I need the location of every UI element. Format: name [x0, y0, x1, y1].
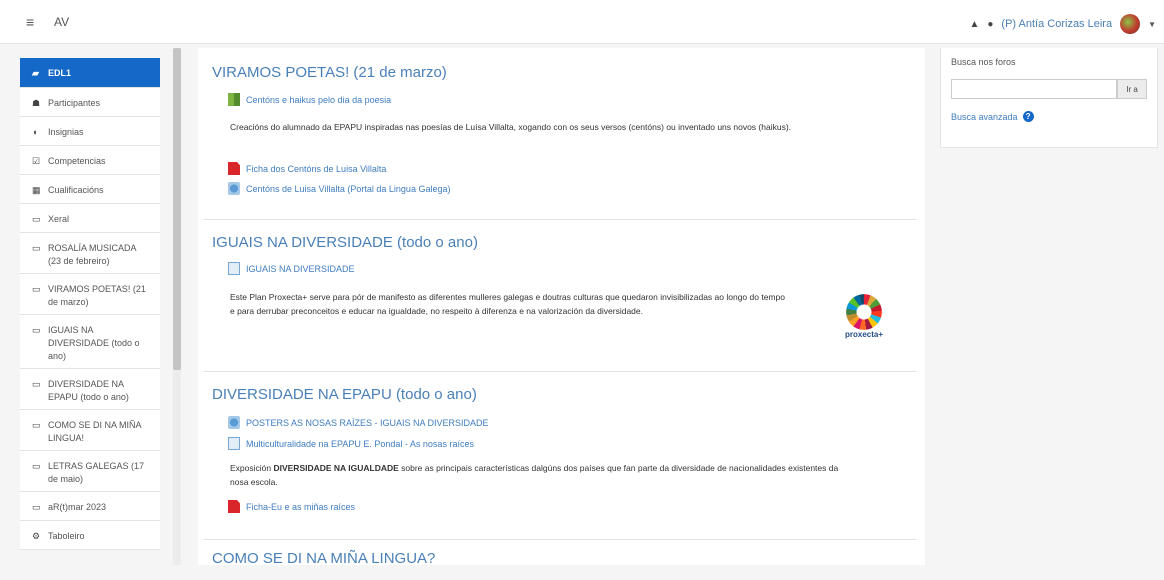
url-icon — [228, 416, 240, 429]
pdf-icon — [228, 162, 240, 175]
checklist-icon: ☑ — [32, 156, 41, 166]
sdg-wheel-icon — [846, 294, 882, 330]
section-title[interactable]: DIVERSIDADE NA EPAPU (todo o ano) — [212, 386, 477, 403]
drawer-item-course[interactable]: ▰ EDL1 — [20, 58, 160, 88]
section-como-se-di: COMO SE DI NA MIÑA LINGUA? — [204, 540, 916, 580]
site-name[interactable]: AV — [54, 15, 69, 29]
drawer-item-grades[interactable]: ▦ Cualificacións — [20, 175, 160, 204]
drawer-item-section-viramos[interactable]: ▭ VIRAMOS POETAS! (21 de marzo) — [20, 274, 160, 315]
course-content: VIRAMOS POETAS! (21 de marzo) Centóns e … — [198, 48, 925, 567]
top-navbar: ≡ AV ▲ ● (P) Antía Corizas Leira ▼ — [0, 0, 1164, 44]
table-icon: ▦ — [32, 185, 41, 195]
drawer-item-section-diversidade[interactable]: ▭ DIVERSIDADE NA EPAPU (todo o ano) — [20, 369, 160, 410]
activity-page[interactable]: IGUAIS NA DIVERSIDADE — [228, 262, 355, 275]
folder-icon: ▭ — [32, 502, 41, 512]
activity-url[interactable]: Centóns de Luisa Villalta (Portal da Lin… — [228, 182, 450, 195]
chat-icon[interactable]: ● — [987, 19, 993, 30]
folder-icon: ▭ — [32, 214, 41, 224]
activity-pdf[interactable]: Ficha-Eu e as miñas raíces — [228, 500, 355, 513]
drawer-item-participants[interactable]: ☗ Participantes — [20, 88, 160, 117]
section-diversidade-epapu: DIVERSIDADE NA EPAPU (todo o ano) POSTER… — [204, 372, 916, 540]
page-icon — [228, 262, 240, 275]
page-icon — [228, 437, 240, 450]
chevron-down-icon[interactable]: ▼ — [1148, 20, 1156, 29]
drawer-item-section-letras[interactable]: ▭ LETRAS GALEGAS (17 de maio) — [20, 451, 160, 492]
forum-search-input[interactable] — [951, 79, 1117, 99]
drawer-item-dashboard[interactable]: ⚙ Taboleiro — [20, 521, 160, 550]
book-icon — [228, 93, 240, 106]
drawer-item-section-rosalia[interactable]: ▭ ROSALÍA MUSICADA (23 de febreiro) — [20, 233, 160, 274]
advanced-search-link[interactable]: Busca avanzada ? — [951, 111, 1034, 122]
section-description: Exposición DIVERSIDADE NA IGUALDADE sobr… — [230, 463, 839, 487]
folder-icon: ▭ — [32, 461, 41, 471]
drawer-item-badges[interactable]: ◖ Insignias — [20, 117, 160, 146]
folder-icon: ▭ — [32, 325, 41, 335]
bell-icon[interactable]: ▲ — [969, 19, 979, 30]
graduation-cap-icon: ▰ — [32, 68, 39, 78]
user-name[interactable]: (P) Antía Corizas Leira — [1001, 18, 1112, 30]
section-viramos-poetas: VIRAMOS POETAS! (21 de marzo) Centóns e … — [204, 48, 916, 220]
badge-icon: ◖ — [32, 127, 38, 137]
folder-icon: ▭ — [32, 243, 41, 253]
activity-book[interactable]: Centóns e haikus pelo dia da poesia — [228, 93, 391, 106]
activity-url[interactable]: POSTERS AS NOSAS RAÍZES - IGUAIS NA DIVE… — [228, 416, 489, 429]
forum-search-block: Busca nos foros Ir a Busca avanzada ? — [940, 48, 1158, 148]
activity-page[interactable]: Multiculturalidade na EPAPU E. Pondal - … — [228, 437, 474, 450]
user-menu: ▲ ● (P) Antía Corizas Leira ▼ — [969, 14, 1156, 34]
folder-icon: ▭ — [32, 420, 41, 430]
drawer-item-section-general[interactable]: ▭ Xeral — [20, 204, 160, 233]
drawer-item-section-iguais[interactable]: ▭ IGUAIS NA DIVERSIDADE (todo o ano) — [20, 315, 160, 369]
section-title[interactable]: COMO SE DI NA MIÑA LINGUA? — [212, 550, 435, 567]
section-title[interactable]: VIRAMOS POETAS! (21 de marzo) — [212, 64, 447, 81]
avatar[interactable] — [1120, 14, 1141, 34]
help-icon[interactable]: ? — [1022, 111, 1034, 122]
nav-drawer: ▰ EDL1 ☗ Participantes ◖ Insignias ☑ Compete… — [20, 58, 160, 565]
drawer-item-section-artmar[interactable]: ▭ aR(t)mar 2023 — [20, 492, 160, 521]
folder-icon: ▭ — [32, 284, 41, 294]
section-description: Este Plan Proxecta+ serve para pór de ma… — [230, 292, 785, 316]
users-icon: ☗ — [32, 98, 41, 108]
folder-icon: ▭ — [32, 379, 41, 389]
dashboard-icon: ⚙ — [32, 531, 41, 541]
drawer-item-competencies[interactable]: ☑ Competencias — [20, 146, 160, 175]
section-iguais: IGUAIS NA DIVERSIDADE (todo o ano) IGUAI… — [204, 220, 916, 372]
proxecta-logo: proxecta+ — [844, 294, 884, 340]
section-title[interactable]: IGUAIS NA DIVERSIDADE (todo o ano) — [212, 234, 478, 251]
activity-pdf[interactable]: Ficha dos Centóns de Luisa Villalta — [228, 162, 386, 175]
pdf-icon — [228, 500, 240, 513]
section-description: Creacións do alumnado da EPAPU inspirada… — [230, 122, 792, 132]
drawer-item-section-como-se-di[interactable]: ▭ COMO SE DI NA MIÑA LINGUA! — [20, 410, 160, 451]
forum-search-button[interactable]: Ir a — [1117, 79, 1147, 99]
url-icon — [228, 182, 240, 195]
hamburger-icon[interactable]: ≡ — [26, 14, 34, 30]
forum-search-label: Busca nos foros — [951, 57, 1016, 67]
drawer-scrollbar[interactable] — [173, 48, 181, 370]
